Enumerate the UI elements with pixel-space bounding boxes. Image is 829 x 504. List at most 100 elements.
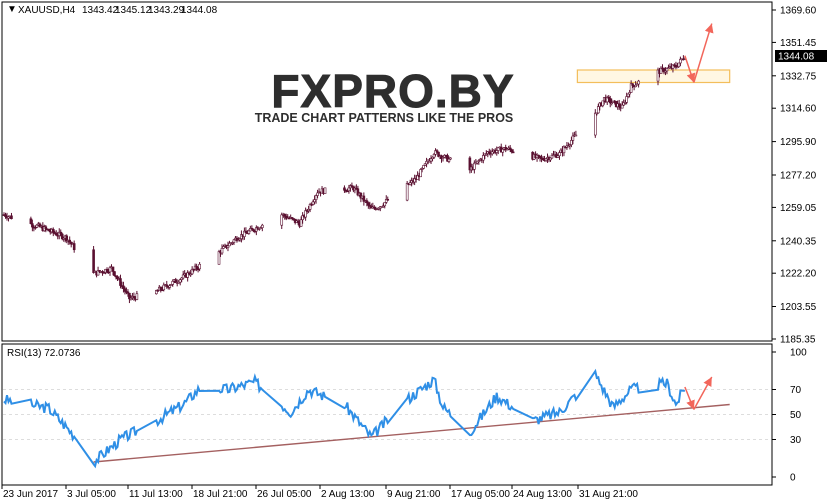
candle-body [195,265,198,269]
candle-body [220,247,224,254]
current-price-value: 1344.08 [778,52,815,63]
candle-body [447,158,451,162]
ohlc-open: 1343.42 [82,5,119,16]
candle-body [501,149,505,153]
symbol-label: ▼ [7,4,17,15]
candle-body [51,228,55,233]
candle-body [367,202,370,206]
rsi-y-tick-label: 100 [790,348,807,359]
candle-body [347,187,351,192]
rsi-y-tick-label: 30 [790,435,802,446]
candle-body [365,200,369,204]
candle-body [111,266,115,272]
candle-body [596,106,600,114]
candle-body [490,151,494,155]
candle-body [122,285,125,289]
x-tick-label: 11 Jul 13:00 [129,489,183,500]
watermark-tagline: TRADE CHART PATTERNS LIKE THE PROS [255,111,514,125]
candle-body [574,134,578,137]
candle-body [571,135,575,141]
candle-body [44,226,48,230]
price-y-tick-label: 1203.55 [780,302,817,313]
price-y-tick-label: 1295.90 [780,137,817,148]
candle-body [429,158,433,162]
candle-body [343,187,346,191]
candle-body [386,198,390,201]
candle-body [105,268,109,273]
candle-body [608,98,612,104]
x-tick-label: 23 Jun 2017 [3,489,58,500]
price-y-tick-label: 1222.20 [780,269,817,280]
watermark-logo: FXPRO.BY TRADE CHART PATTERNS LIKE THE P… [255,65,522,126]
x-tick-label: 31 Aug 21:00 [579,489,638,500]
candle-body [558,152,561,157]
rsi-y-axis: 100 70 50 30 0 [772,348,807,484]
candle-body [119,278,122,286]
x-tick-label: 26 Jul 05:00 [257,489,312,500]
x-tick-label: 18 Jul 21:00 [193,489,248,500]
candle-body [601,100,605,107]
candle-body [625,96,628,103]
x-tick-label: 17 Aug 05:00 [451,489,510,500]
candle-body [171,281,175,285]
price-y-tick-label: 1185.35 [780,335,816,346]
price-title: XAUUSD,H4 [18,5,76,16]
watermark-title: FXPRO.BY [271,65,514,117]
candle-body [311,201,315,205]
price-y-tick-label: 1259.05 [780,203,817,214]
candle-body [593,112,597,136]
price-y-tick-label: 1240.35 [780,236,817,247]
price-y-tick-label: 1277.20 [780,170,817,181]
candle-body [419,169,422,178]
candle-body [123,288,127,292]
price-panel-frame [1,1,773,342]
candle-body [510,149,513,153]
candle-body [449,157,452,160]
candle-body [31,223,34,228]
candle-body [247,230,251,234]
candle-body [261,224,264,228]
x-tick-label: 3 Jul 05:00 [67,489,116,500]
candle-body [198,263,201,270]
candle-body [637,80,640,85]
candle-body [29,218,33,224]
candle-body [135,293,139,300]
candle-body [92,249,95,273]
candle-body [217,251,221,265]
candle-body [405,182,409,201]
ohlc-low: 1343.29 [148,5,185,16]
candle-body [113,271,116,276]
candle-body [316,192,319,196]
candle-body [482,155,485,161]
candle-body [570,140,573,145]
candle-body [626,93,630,97]
price-header: ▼ XAUUSD,H4 1343.42 1345.12 1343.29 1344… [7,4,218,16]
candle-body [677,62,681,68]
candle-body [383,201,387,207]
candle-body [432,154,436,158]
x-tick-label: 2 Aug 13:00 [321,489,375,500]
candle-body [617,103,621,108]
candle-body [232,239,236,243]
candle-body [159,286,163,290]
candle-body [511,151,515,154]
candle-body [10,215,13,220]
candle-body [299,219,303,227]
candle-body [178,279,182,283]
rsi-title: RSI(13) 72.0736 [7,348,81,359]
rsi-y-tick-label: 70 [790,385,802,396]
price-y-tick-label: 1369.60 [780,6,817,17]
candle-body [323,187,327,194]
rsi-y-tick-label: 0 [790,473,796,484]
candle-body [280,214,284,226]
chart-root: FXPRO.BY TRADE CHART PATTERNS LIKE THE P… [1,1,827,500]
candle-body [35,224,39,228]
current-price-tag: 1344.08 [775,50,827,63]
price-y-tick-label: 1351.45 [780,38,817,49]
candle-body [620,104,624,109]
ohlc-high: 1345.12 [115,5,152,16]
candle-body [181,274,185,279]
candle-body [296,220,300,224]
ohlc-close: 1344.08 [181,5,218,16]
price-y-tick-label: 1332.75 [780,71,817,82]
